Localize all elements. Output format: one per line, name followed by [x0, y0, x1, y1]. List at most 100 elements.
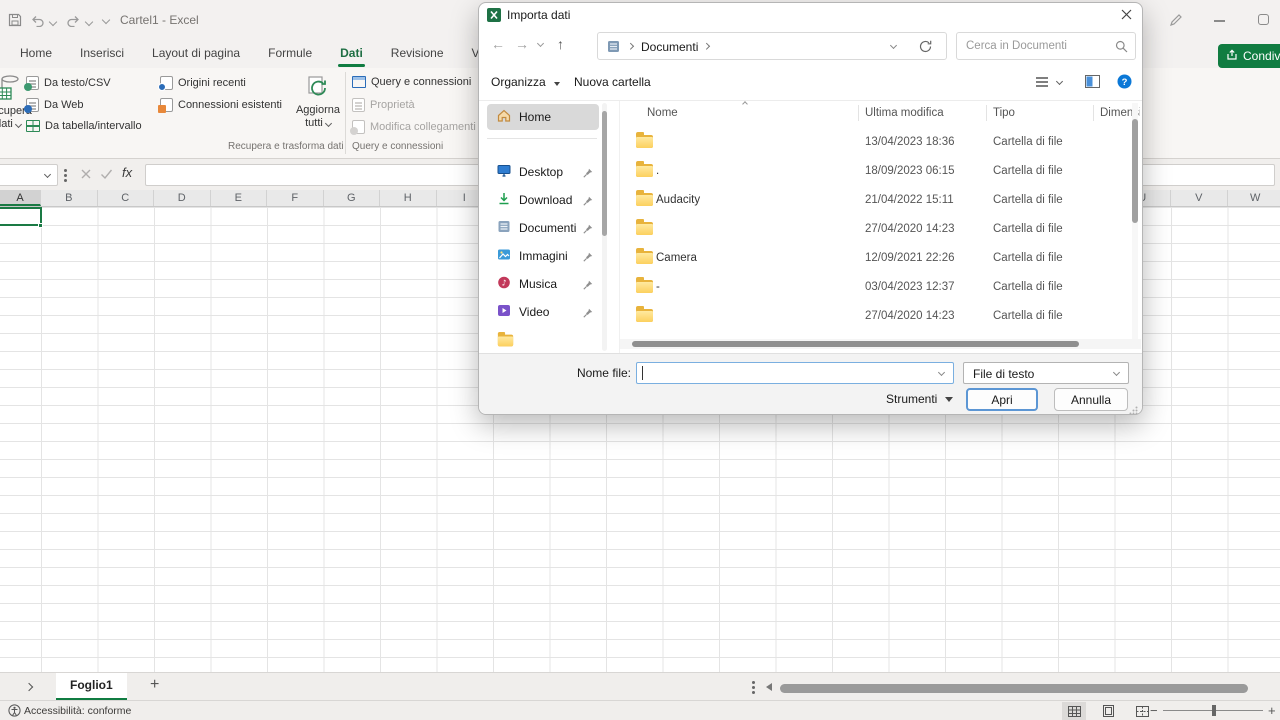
- file-row[interactable]: Audacity 21/04/2022 15:11 Cartella di fi…: [620, 185, 1125, 214]
- apri-button[interactable]: Apri: [966, 388, 1038, 411]
- address-dropdown-icon[interactable]: [890, 42, 897, 49]
- minimize-icon[interactable]: [1214, 20, 1225, 22]
- sidebar-item-download[interactable]: Download: [487, 187, 599, 213]
- list-vscrollbar-thumb[interactable]: [1132, 119, 1138, 223]
- sidebar-item-video[interactable]: Video: [487, 299, 599, 325]
- view-page-layout-button[interactable]: [1096, 702, 1120, 720]
- add-sheet-button[interactable]: +: [150, 676, 159, 694]
- column-header[interactable]: D: [154, 190, 211, 206]
- sheet-nav-next-icon[interactable]: [25, 683, 33, 691]
- insert-function-icon[interactable]: fx: [122, 165, 132, 180]
- selected-cell[interactable]: [0, 207, 42, 226]
- strumenti-button[interactable]: Strumenti: [886, 392, 937, 406]
- filename-dropdown-icon[interactable]: [938, 369, 945, 376]
- file-row[interactable]: Camera 12/09/2021 22:26 Cartella di file: [620, 243, 1125, 272]
- file-row[interactable]: - 03/04/2023 12:37 Cartella di file: [620, 272, 1125, 301]
- aggiorna-tutti-button[interactable]: Aggiorna tutti: [293, 72, 343, 154]
- column-header[interactable]: B: [41, 190, 98, 206]
- list-hscrollbar-thumb[interactable]: [632, 341, 1079, 347]
- sidebar-scrollbar-thumb[interactable]: [602, 111, 607, 236]
- breadcrumb-chevron-icon-2[interactable]: [703, 43, 709, 49]
- ribbon-tab[interactable]: Revisione: [377, 40, 458, 68]
- zoom-slider-thumb[interactable]: [1212, 705, 1216, 716]
- column-ultima-modifica[interactable]: Ultima modifica: [865, 107, 944, 119]
- sheet-tab-active[interactable]: Foglio1: [56, 673, 127, 700]
- query-connessioni-button[interactable]: Query e connessioni: [352, 76, 471, 88]
- share-button[interactable]: Condividi: [1218, 44, 1280, 68]
- ribbon-tab[interactable]: Dati: [326, 40, 377, 68]
- zoom-out-button[interactable]: −: [1150, 703, 1158, 718]
- connessioni-esistenti-button[interactable]: Connessioni esistenti: [160, 98, 282, 112]
- filename-input[interactable]: [636, 362, 954, 384]
- file-row[interactable]: 27/04/2020 14:23 Cartella di file: [620, 301, 1125, 330]
- sidebar-item-desktop[interactable]: Desktop: [487, 159, 599, 185]
- da-web-button[interactable]: Da Web: [26, 98, 84, 112]
- nav-history-dropdown-icon[interactable]: [537, 40, 544, 47]
- ribbon-tab[interactable]: Home: [6, 40, 66, 68]
- column-header[interactable]: A: [0, 190, 41, 206]
- annulla-button[interactable]: Annulla: [1054, 388, 1128, 411]
- sidebar-item-musica[interactable]: ♪ Musica: [487, 271, 599, 297]
- redo-dropdown-icon[interactable]: [85, 18, 93, 26]
- da-tabella-button[interactable]: Da tabella/intervallo: [26, 120, 142, 132]
- refresh-icon[interactable]: [918, 39, 933, 57]
- sidebar-item-documenti[interactable]: Documenti: [487, 215, 599, 241]
- file-row[interactable]: . 18/09/2023 06:15 Cartella di file: [620, 156, 1125, 185]
- pen-mode-icon[interactable]: [1168, 12, 1184, 31]
- column-header[interactable]: V: [1171, 190, 1228, 206]
- address-bar[interactable]: Documenti: [597, 32, 947, 60]
- confirm-entry-icon[interactable]: [100, 168, 113, 183]
- name-box-dropdown-icon[interactable]: [44, 171, 51, 178]
- hscroll-left-icon[interactable]: [766, 683, 772, 691]
- column-tipo[interactable]: Tipo: [993, 107, 1015, 119]
- column-header[interactable]: W: [1228, 190, 1280, 206]
- accessibility-status[interactable]: Accessibilità: conforme: [24, 705, 131, 717]
- dialog-close-icon[interactable]: [1121, 9, 1132, 23]
- formula-bar-handle[interactable]: [64, 169, 67, 172]
- save-icon[interactable]: [8, 13, 22, 30]
- search-box[interactable]: Cerca in Documenti: [956, 32, 1136, 60]
- search-icon: [1115, 40, 1128, 56]
- preview-pane-icon[interactable]: [1085, 75, 1100, 91]
- zoom-in-button[interactable]: +: [1268, 703, 1276, 718]
- help-icon[interactable]: ?: [1117, 74, 1132, 92]
- strumenti-dropdown-icon[interactable]: [945, 397, 953, 402]
- file-row[interactable]: 27/04/2020 14:23 Cartella di file: [620, 214, 1125, 243]
- sidebar-item-home[interactable]: Home: [487, 104, 599, 130]
- origini-recenti-button[interactable]: Origini recenti: [160, 76, 246, 90]
- ribbon-tab[interactable]: Formule: [254, 40, 326, 68]
- nav-back-icon[interactable]: ←: [491, 36, 505, 52]
- sidebar-item-folder[interactable]: [487, 327, 599, 353]
- column-header[interactable]: C: [98, 190, 155, 206]
- fill-handle[interactable]: [38, 223, 43, 228]
- tabbar-splitter-handle[interactable]: [752, 681, 755, 684]
- filetype-select[interactable]: File di testo: [963, 362, 1129, 384]
- column-nome[interactable]: Nome: [647, 107, 678, 119]
- cancel-entry-icon[interactable]: [80, 168, 92, 183]
- redo-icon[interactable]: [66, 14, 81, 30]
- nav-forward-icon[interactable]: →: [515, 36, 529, 52]
- customize-quick-access-icon[interactable]: [102, 16, 110, 24]
- horizontal-scrollbar-thumb[interactable]: [780, 684, 1248, 693]
- undo-dropdown-icon[interactable]: [49, 18, 57, 26]
- name-box[interactable]: [0, 164, 58, 186]
- column-header[interactable]: F: [267, 190, 324, 206]
- resize-grip[interactable]: [1129, 404, 1138, 418]
- nuova-cartella-button[interactable]: Nuova cartella: [574, 75, 651, 89]
- column-header[interactable]: G: [324, 190, 381, 206]
- view-normal-button[interactable]: [1062, 702, 1086, 720]
- breadcrumb-item[interactable]: Documenti: [641, 40, 698, 54]
- sidebar-item-immagini[interactable]: Immagini: [487, 243, 599, 269]
- column-header[interactable]: H: [380, 190, 437, 206]
- ribbon-tab[interactable]: Inserisci: [66, 40, 138, 68]
- view-mode-icon[interactable]: [1035, 76, 1049, 91]
- undo-icon[interactable]: [30, 14, 45, 30]
- view-mode-dropdown-icon[interactable]: [1056, 78, 1063, 85]
- column-header[interactable]: E: [211, 190, 268, 206]
- organizza-button[interactable]: Organizza: [491, 75, 560, 89]
- maximize-icon[interactable]: [1258, 14, 1269, 25]
- file-row[interactable]: 13/04/2023 18:36 Cartella di file: [620, 127, 1125, 156]
- da-testo-csv-button[interactable]: Da testo/CSV: [26, 76, 111, 90]
- ribbon-tab[interactable]: Layout di pagina: [138, 40, 254, 68]
- nav-up-icon[interactable]: ↑: [557, 36, 564, 52]
